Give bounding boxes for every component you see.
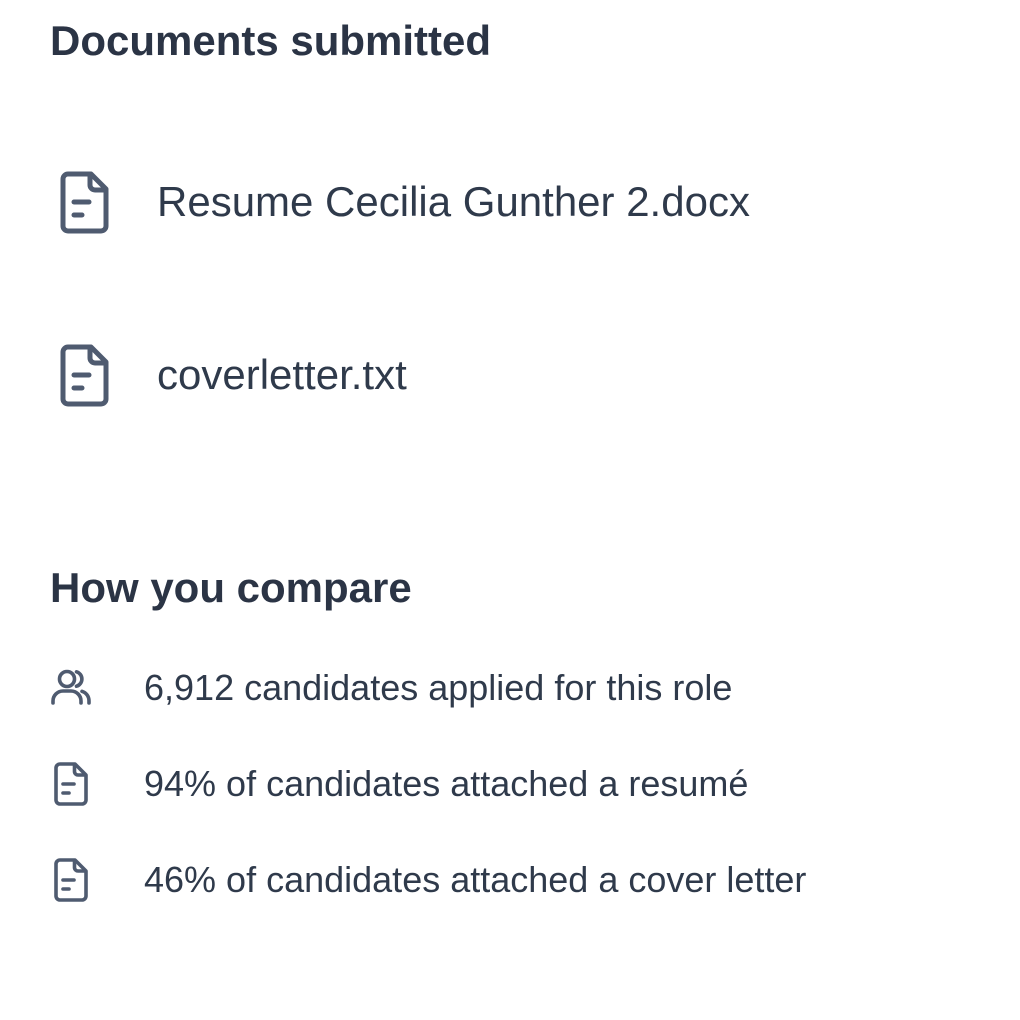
stat-text: 94% of candidates attached a resumé (144, 763, 749, 804)
users-icon (50, 664, 92, 712)
file-text-icon (50, 856, 92, 904)
file-text-icon (50, 760, 92, 808)
document-item-coverletter[interactable]: coverletter.txt (58, 343, 407, 407)
stat-text: 6,912 candidates applied for this role (144, 667, 733, 708)
stat-item-coverletter-rate: 46% of candidates attached a cover lette… (50, 856, 806, 904)
stat-item-resume-rate: 94% of candidates attached a resumé (50, 760, 748, 808)
file-text-icon (58, 170, 110, 234)
file-text-icon (58, 343, 110, 407)
documents-submitted-heading: Documents submitted (50, 17, 492, 64)
document-item-resume[interactable]: Resume Cecilia Gunther 2.docx (58, 170, 750, 234)
document-name: coverletter.txt (157, 351, 407, 398)
document-name: Resume Cecilia Gunther 2.docx (157, 178, 750, 225)
stat-item-applicants: 6,912 candidates applied for this role (50, 664, 732, 712)
how-you-compare-heading: How you compare (50, 564, 412, 611)
stat-text: 46% of candidates attached a cover lette… (144, 859, 807, 900)
